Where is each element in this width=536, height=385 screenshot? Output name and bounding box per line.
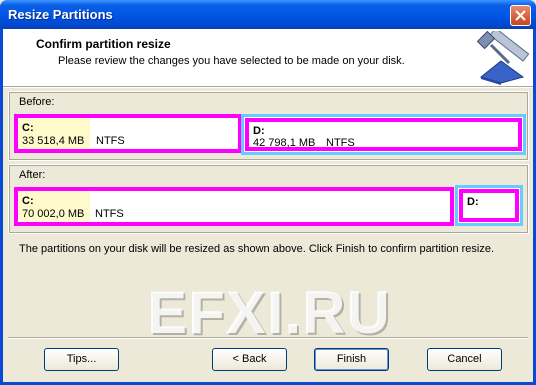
confirm-message: The partitions on your disk will be resi… — [19, 243, 495, 255]
after-group: After: C: 70 002,0 MB NTFS D: — [8, 164, 529, 234]
partition-fs: NTFS — [326, 137, 355, 149]
finish-button-label: Finish — [336, 353, 367, 365]
header-subtitle: Please review the changes you have selec… — [58, 55, 405, 67]
tips-button[interactable]: Tips... — [44, 348, 119, 371]
back-button[interactable]: < Back — [212, 348, 287, 371]
header-separator — [3, 86, 533, 88]
cancel-button[interactable]: Cancel — [427, 348, 502, 371]
title-bar[interactable]: Resize Partitions — [0, 0, 536, 29]
before-group: Before: C: 33 518,4 MB NTFS D: 42 798,1 … — [8, 91, 529, 161]
tips-button-label: Tips... — [66, 353, 97, 365]
partition-size: 42 798,1 MB — [253, 137, 316, 149]
partition-fs: NTFS — [96, 135, 125, 147]
after-extended-d: D: — [455, 185, 523, 226]
after-partition-c[interactable]: C: 70 002,0 MB NTFS — [14, 187, 454, 226]
before-partition-c[interactable]: C: 33 518,4 MB NTFS — [14, 114, 242, 153]
cancel-button-label: Cancel — [447, 353, 482, 365]
before-extended-d: D: 42 798,1 MB NTFS — [241, 114, 526, 155]
partition-name: C: — [22, 195, 34, 207]
partition-name: D: — [253, 125, 265, 137]
before-partition-d[interactable]: D: 42 798,1 MB NTFS — [245, 118, 522, 151]
resize-tools-icon — [476, 31, 530, 85]
before-label: Before: — [19, 96, 55, 108]
partition-size: 70 002,0 MB — [22, 208, 85, 220]
close-icon — [515, 10, 526, 21]
window-title: Resize Partitions — [8, 7, 113, 22]
header-title: Confirm partition resize — [36, 37, 171, 51]
partition-fs: NTFS — [95, 208, 124, 220]
resize-partitions-dialog: Resize Partitions Confirm partition resi… — [0, 0, 536, 385]
wizard-header: Confirm partition resize Please review t… — [3, 29, 533, 86]
finish-button[interactable]: Finish — [314, 348, 389, 371]
back-button-label: < Back — [232, 353, 267, 365]
button-separator — [8, 337, 528, 339]
partition-size: 33 518,4 MB — [22, 135, 85, 147]
after-partition-d[interactable]: D: — [459, 189, 519, 222]
partition-name: C: — [22, 122, 34, 134]
close-button[interactable] — [510, 5, 531, 26]
partition-name: D: — [467, 196, 479, 208]
after-label: After: — [19, 169, 46, 181]
